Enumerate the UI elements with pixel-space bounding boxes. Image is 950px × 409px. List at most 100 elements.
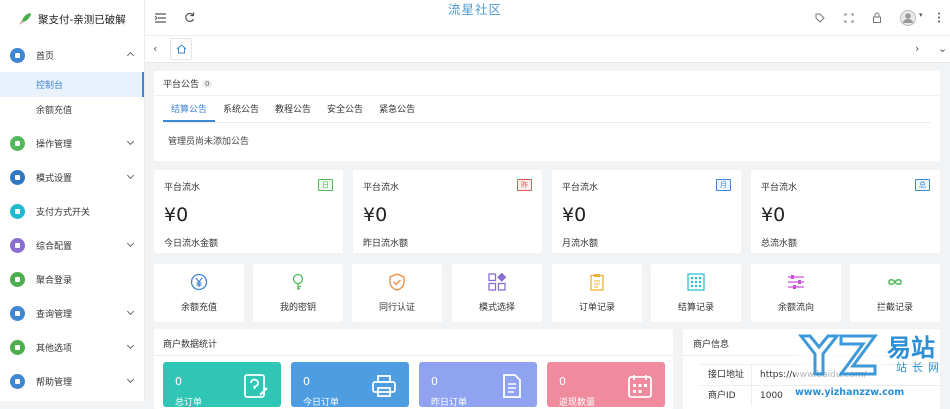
sidebar-subitem-console[interactable]: 控制台 — [0, 72, 144, 97]
top-bar: 流星社区 ▾ — [145, 0, 950, 36]
quick-action-my-key[interactable]: 我的密钥 — [253, 264, 343, 322]
stat-desc: 今日流水金额 — [164, 239, 219, 249]
quick-action-label: 余额充值 — [180, 303, 217, 313]
merchant-stats-title: 商户数据统计 — [163, 340, 218, 350]
sidebar-item-label: 查询管理 — [36, 309, 73, 320]
config-icon — [10, 237, 25, 253]
clipboard-icon — [590, 274, 604, 291]
quick-action-recharge[interactable]: 余额充值 — [154, 264, 244, 322]
more-vertical-icon[interactable] — [937, 12, 941, 23]
infinity-icon — [888, 279, 902, 285]
fullscreen-icon[interactable] — [844, 13, 854, 23]
mode-icon — [10, 169, 25, 185]
stat-desc: 总流水额 — [761, 239, 798, 249]
quick-action-label: 模式选择 — [478, 303, 515, 313]
sidebar-item-label: 支付方式开关 — [36, 207, 91, 218]
stat-card-today: 平台流水 日 ¥0 今日流水金额 — [154, 170, 343, 253]
chevron-down-icon[interactable]: ⌄ — [938, 42, 947, 55]
tag-icon[interactable] — [815, 13, 825, 23]
merchant-box-cashback[interactable]: 0 返现数量 — [547, 362, 665, 408]
merchant-box-label: 总订单 — [175, 398, 203, 408]
sidebar-item-label: 综合配置 — [36, 241, 73, 252]
chevron-down-icon — [126, 307, 135, 316]
quick-action-label: 结算记录 — [677, 303, 714, 313]
sidebar-item-general-config[interactable]: 综合配置 — [0, 228, 144, 262]
tab-system-notice[interactable]: 系统公告 — [215, 101, 267, 122]
sidebar-item-label: 帮助管理 — [36, 377, 73, 388]
sidebar-item-operations[interactable]: 操作管理 — [0, 126, 144, 160]
stat-desc: 昨日流水额 — [363, 239, 409, 249]
merchant-box-today-orders[interactable]: 0 今日订单 — [291, 362, 409, 408]
tab-home[interactable] — [170, 38, 192, 60]
chevron-down-icon[interactable]: ▾ — [919, 11, 923, 19]
sidebar-item-help[interactable]: 帮助管理 — [0, 364, 144, 398]
dots-grid-icon — [687, 273, 705, 291]
shield-check-icon — [389, 273, 405, 291]
sidebar-subitem-label: 控制台 — [36, 81, 64, 91]
stat-badge: 日 — [318, 179, 333, 191]
tab-urgent-notice[interactable]: 紧急公告 — [371, 101, 423, 122]
printer-icon — [372, 375, 396, 397]
quick-action-label: 订单记录 — [578, 303, 615, 313]
sliders-icon — [788, 275, 804, 289]
lock-icon[interactable] — [872, 12, 882, 23]
stat-badge: 月 — [716, 179, 731, 191]
stat-label: 平台流水 — [363, 183, 400, 193]
stat-card-month: 平台流水 月 ¥0 月流水额 — [552, 170, 741, 253]
stat-card-total: 平台流水 总 ¥0 总流水额 — [751, 170, 940, 253]
merchant-box-total-orders[interactable]: 0 总订单 — [163, 362, 281, 408]
chevron-right-icon[interactable]: › — [915, 42, 919, 55]
tab-security-notice[interactable]: 安全公告 — [319, 101, 371, 122]
app-logo[interactable]: 聚支付-亲测已破解 — [0, 0, 144, 38]
yen-circle-icon — [190, 273, 208, 291]
site-title: 流星社区 — [448, 2, 503, 17]
merchant-box-yesterday-orders[interactable]: 0 昨日订单 — [419, 362, 537, 408]
merchant-box-label: 昨日订单 — [431, 398, 468, 408]
app-name: 聚支付-亲测已破解 — [38, 13, 126, 26]
quick-action-settlement-records[interactable]: 结算记录 — [651, 264, 741, 322]
sidebar-item-label: 操作管理 — [36, 139, 73, 150]
chevron-down-icon — [126, 375, 135, 384]
key-icon — [292, 273, 304, 290]
document-icon — [503, 374, 521, 398]
merchant-box-label: 返现数量 — [559, 398, 596, 408]
notice-count-badge: 0 — [202, 79, 213, 88]
sidebar-item-label: 首页 — [36, 51, 55, 62]
sidebar-item-other[interactable]: 其他选项 — [0, 330, 144, 364]
payment-icon — [10, 203, 25, 219]
refresh-icon[interactable] — [184, 12, 195, 23]
watermark-brand: 易站 — [887, 334, 935, 362]
edit-doc-icon — [244, 374, 268, 398]
quick-action-mode-select[interactable]: 模式选择 — [452, 264, 542, 322]
quick-action-intercept-records[interactable]: 拦截记录 — [850, 264, 940, 322]
notice-card: 平台公告 0 结算公告 系统公告 教程公告 安全公告 紧急公告 管理员尚未添加公… — [154, 71, 940, 161]
help-icon — [10, 373, 25, 389]
sidebar-item-mode-settings[interactable]: 模式设置 — [0, 160, 144, 194]
sidebar-item-aggregate-login[interactable]: 聚合登录 — [0, 262, 144, 296]
chevron-down-icon — [126, 171, 135, 180]
home-icon — [176, 44, 186, 54]
chevron-left-icon[interactable]: ‹ — [153, 42, 157, 55]
sidebar-item-home[interactable]: 首页 — [0, 38, 144, 72]
stat-value: ¥0 — [562, 204, 587, 226]
sidebar-item-label: 聚合登录 — [36, 275, 73, 286]
chevron-down-icon — [126, 239, 135, 248]
tab-settlement-notice[interactable]: 结算公告 — [163, 101, 216, 122]
avatar[interactable] — [900, 10, 916, 26]
notice-empty-text: 管理员尚未添加公告 — [168, 137, 250, 147]
quick-action-peer-auth[interactable]: 同行认证 — [352, 264, 442, 322]
tab-tutorial-notice[interactable]: 教程公告 — [267, 101, 319, 122]
quick-action-balance-flow[interactable]: 余额流向 — [751, 264, 841, 322]
tab-bar: ‹ › ⌄ — [145, 36, 950, 63]
menu-fold-icon[interactable] — [155, 13, 166, 23]
stat-card-yesterday: 平台流水 昨 ¥0 昨日流水额 — [353, 170, 542, 253]
quick-action-label: 同行认证 — [378, 303, 415, 313]
sidebar-item-query[interactable]: 查询管理 — [0, 296, 144, 330]
merchant-box-value: 0 — [175, 375, 182, 388]
merchant-info-title: 商户信息 — [693, 340, 730, 350]
quick-action-order-records[interactable]: 订单记录 — [552, 264, 642, 322]
sidebar-subitem-recharge[interactable]: 余额充值 — [0, 97, 144, 122]
sidebar-item-payment-switch[interactable]: 支付方式开关 — [0, 194, 144, 228]
quick-action-label: 拦截记录 — [876, 303, 913, 313]
watermark-logo: 易站 站长网 www.yizhanzzw.com — [795, 326, 950, 401]
